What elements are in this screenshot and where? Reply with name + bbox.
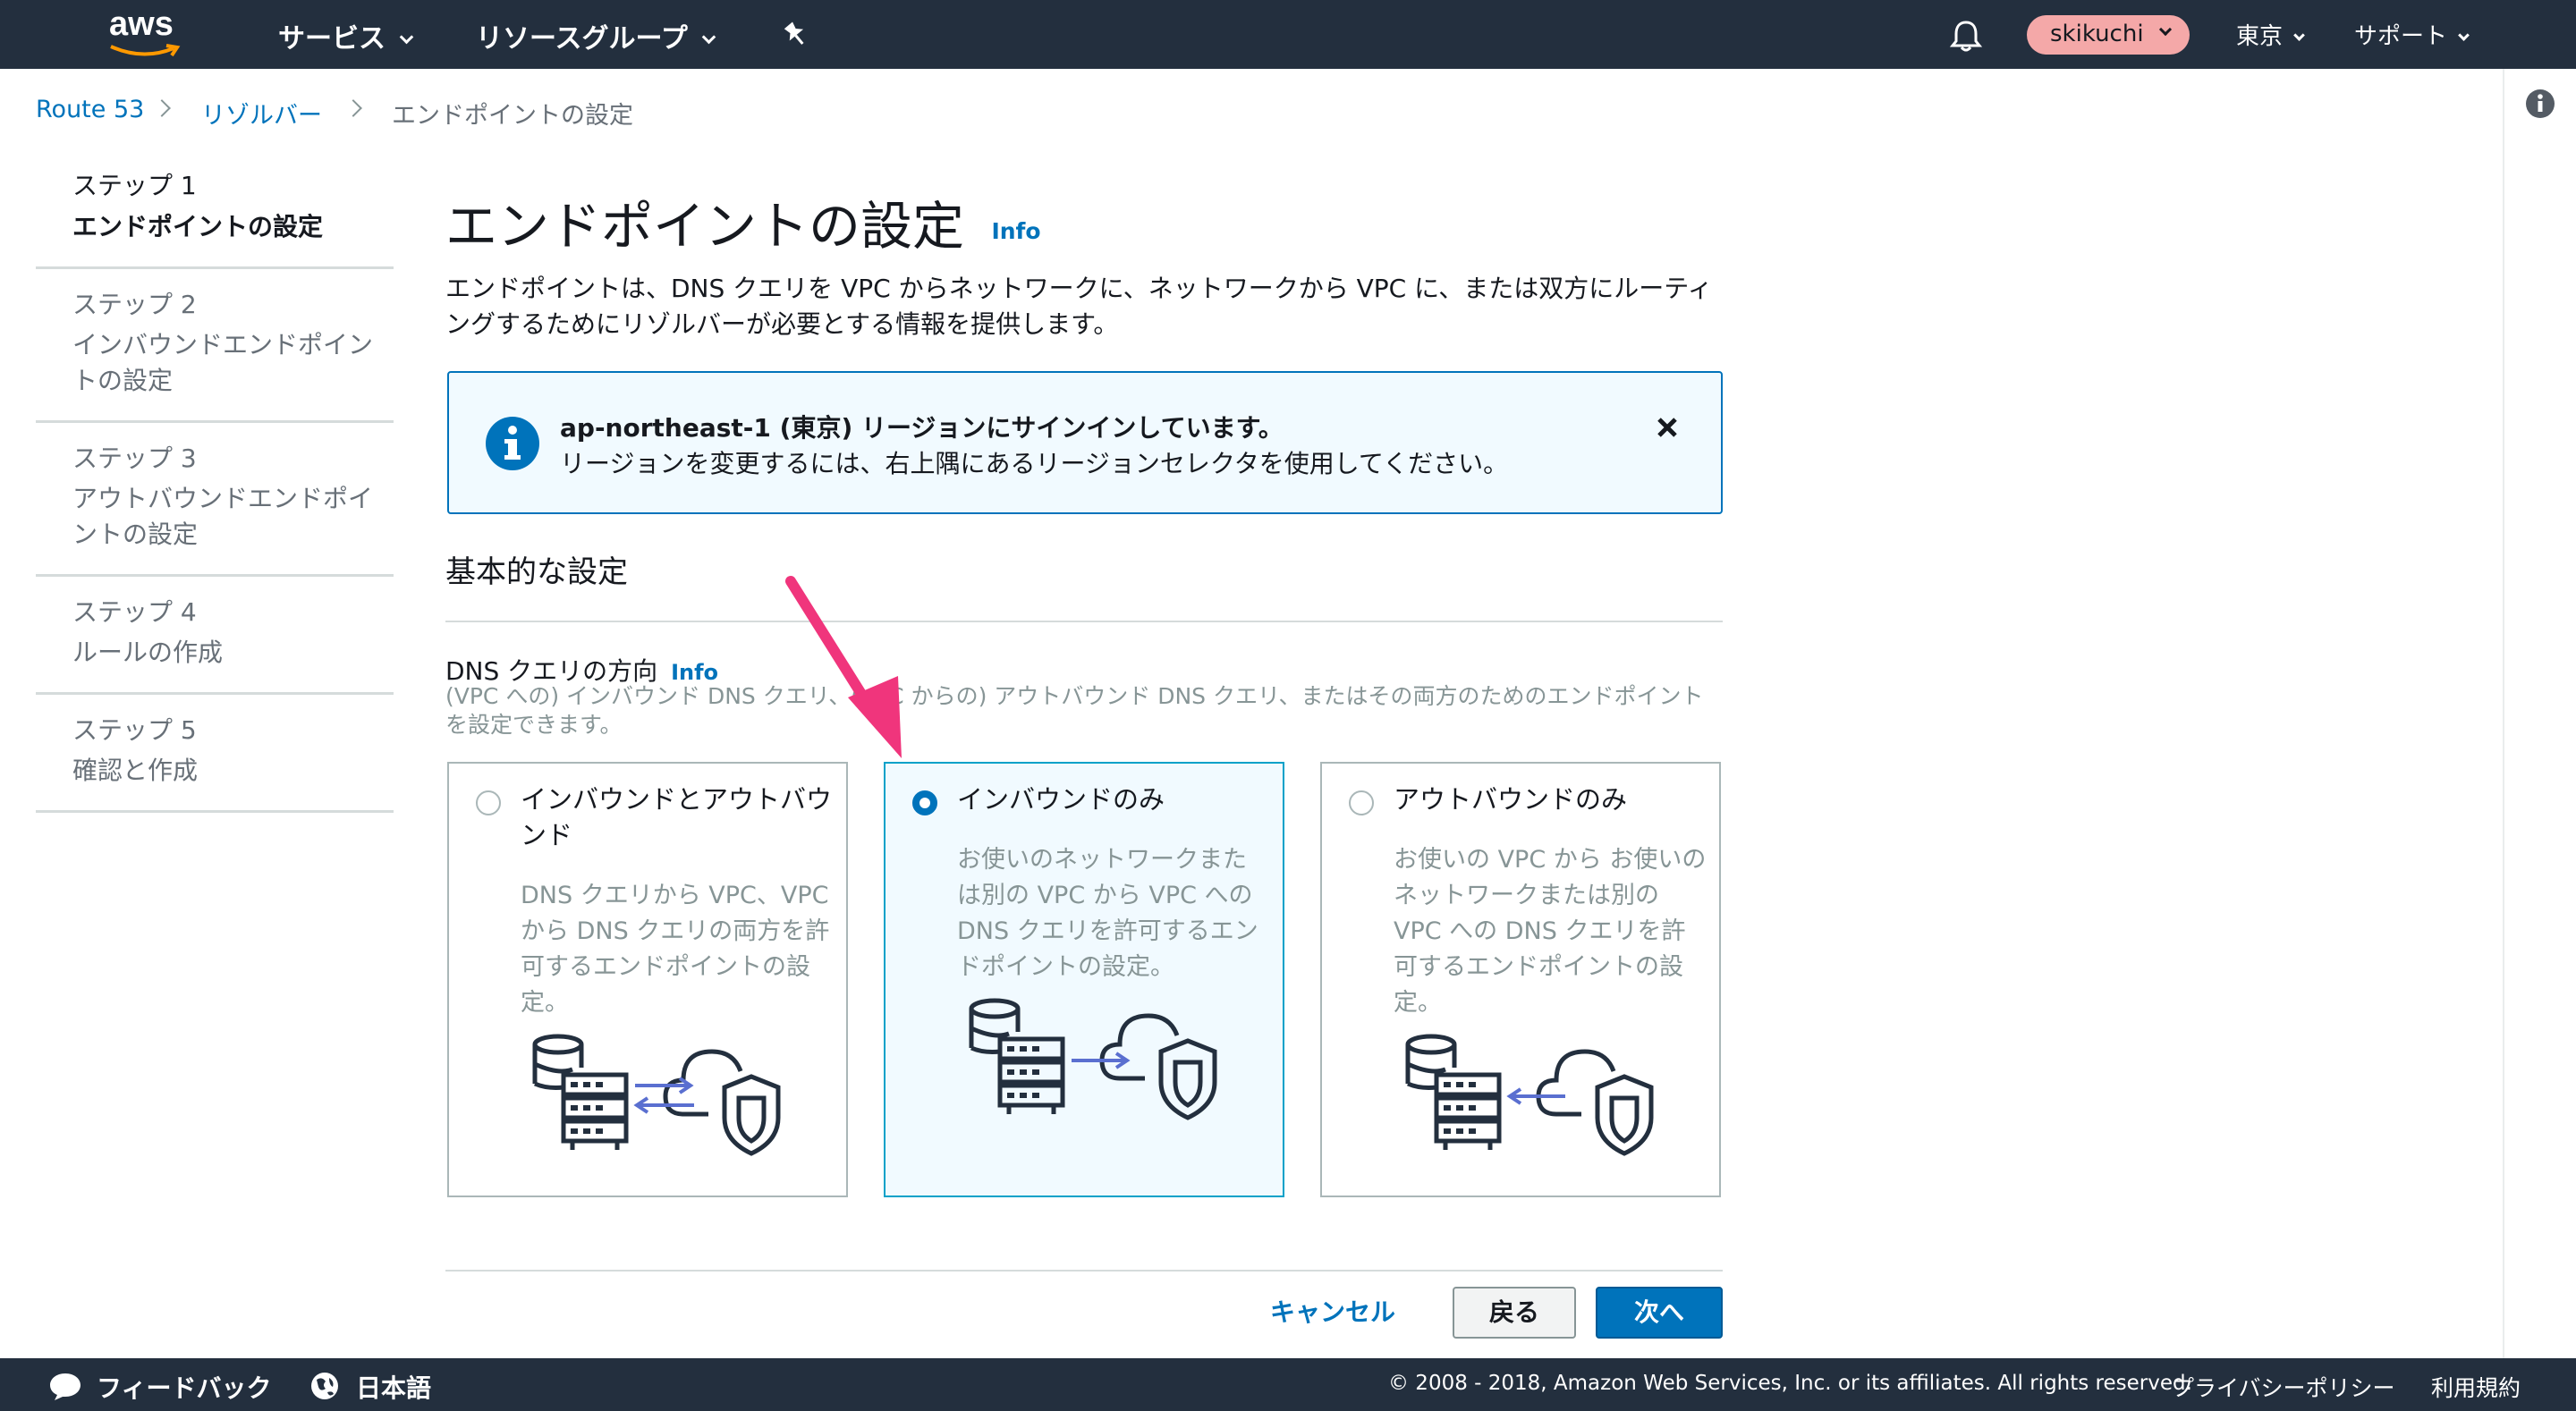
step-number: ステップ 3 [72, 444, 197, 473]
page-title: エンドポイントの設定 Info [445, 196, 1041, 257]
top-navigation-bar: aws サービス リソースグループ skikuchi 東京 サポート [0, 0, 2576, 69]
chevron-down-icon [2293, 30, 2305, 41]
next-button[interactable]: 次へ [1596, 1287, 1723, 1339]
server-cloud-inbound-icon [969, 998, 1217, 1120]
step-divider [36, 420, 394, 423]
step-divider [36, 266, 394, 269]
step-number: ステップ 2 [72, 290, 197, 319]
step-number: ステップ 1 [72, 171, 197, 200]
aws-logo[interactable]: aws [106, 5, 186, 59]
step-title: エンドポイントの設定 [72, 212, 324, 241]
region-info-alert: ap-northeast-1 (東京) リージョンにサインインしています。 リー… [447, 371, 1723, 514]
annotation-arrow-icon [785, 576, 902, 758]
bell-icon[interactable] [1948, 18, 1984, 54]
copyright-text: © 2008 - 2018, Amazon Web Services, Inc.… [1388, 1372, 2192, 1395]
chevron-down-icon [2158, 22, 2173, 37]
server-cloud-outbound-icon [1405, 1034, 1654, 1156]
step-title: アウトバウンドエンドポイントの設定 [72, 484, 374, 549]
chevron-right-icon [344, 99, 362, 117]
speech-bubble-icon [50, 1373, 80, 1400]
support-menu[interactable]: サポート [2354, 18, 2470, 51]
info-link[interactable]: Info [671, 660, 718, 685]
option-title: インバウンドのみ [957, 784, 1165, 815]
language-selector[interactable]: 日本語 [356, 1369, 431, 1405]
radio-button-selected[interactable] [912, 790, 937, 815]
info-panel-icon[interactable] [2524, 88, 2556, 120]
resource-groups-menu[interactable]: リソースグループ [476, 16, 716, 55]
services-menu[interactable]: サービス [278, 16, 414, 55]
globe-icon [311, 1373, 338, 1399]
aws-smile-icon [110, 44, 181, 57]
step-number: ステップ 4 [72, 597, 197, 627]
footer: フィードバック 日本語 © 2008 - 2018, Amazon Web Se… [0, 1358, 2576, 1411]
radio-button[interactable] [476, 790, 501, 815]
option-card-inbound-outbound[interactable]: インバウンドとアウトバウンド DNS クエリから VPC、VPC から DNS … [447, 762, 848, 1197]
alert-title: ap-northeast-1 (東京) リージョンにサインインしています。 [560, 413, 1284, 443]
option-card-inbound-only[interactable]: インバウンドのみ お使いのネットワークまたは別の VPC から VPC への D… [884, 762, 1284, 1197]
section-heading: 基本的な設定 [445, 554, 628, 590]
option-description: お使いの VPC から お使いの ネットワークまたは別の VPC への DNS … [1394, 846, 1707, 1017]
page-description: エンドポイントは、DNS クエリを VPC からネットワークに、ネットワークから… [445, 274, 1713, 339]
close-icon[interactable] [1655, 415, 1680, 440]
step-number: ステップ 5 [72, 715, 197, 745]
alert-body: リージョンを変更するには、右上隅にあるリージョンセレクタを使用してください。 [560, 449, 1509, 478]
step-title: インバウンドエンドポイントの設定 [72, 330, 374, 395]
chevron-down-icon [701, 30, 716, 45]
chevron-down-icon [2458, 30, 2470, 41]
chevron-down-icon [399, 30, 414, 45]
privacy-policy-link[interactable]: プライバシーポリシー [2172, 1371, 2395, 1403]
back-button[interactable]: 戻る [1453, 1287, 1576, 1339]
terms-link[interactable]: 利用規約 [2431, 1371, 2521, 1403]
user-menu[interactable]: skikuchi [2027, 15, 2190, 55]
breadcrumb-current: エンドポイントの設定 [392, 102, 633, 130]
step-title: ルールの作成 [72, 638, 224, 667]
direction-help: (VPC への) インバウンド DNS クエリ、(VPC からの) アウトバウン… [445, 683, 1704, 738]
info-icon [486, 417, 539, 470]
cancel-button[interactable]: キャンセル [1252, 1286, 1413, 1339]
step-divider [36, 574, 394, 577]
info-link[interactable]: Info [991, 218, 1040, 244]
option-title: アウトバウンドのみ [1394, 784, 1628, 815]
pin-icon[interactable] [780, 20, 810, 50]
breadcrumb-resolver[interactable]: リゾルバー [201, 96, 322, 131]
actions-divider [445, 1270, 1723, 1272]
step-divider [36, 692, 394, 695]
option-description: お使いのネットワークまたは別の VPC から VPC への DNS クエリを許可… [957, 846, 1258, 981]
option-title: インバウンドとアウトバウンド [521, 784, 833, 850]
feedback-link[interactable]: フィードバック [97, 1369, 271, 1405]
server-cloud-bidirectional-icon [532, 1034, 781, 1156]
step-title: 確認と作成 [72, 756, 199, 785]
option-description: DNS クエリから VPC、VPC から DNS クエリの両方を許可するエンドポ… [521, 882, 830, 1017]
breadcrumb-route53[interactable]: Route 53 [36, 96, 144, 123]
right-rail-divider [2503, 69, 2504, 1358]
radio-button[interactable] [1349, 790, 1374, 815]
section-divider [445, 621, 1723, 622]
step-divider [36, 810, 394, 813]
region-menu[interactable]: 東京 [2236, 18, 2305, 51]
option-card-outbound-only[interactable]: アウトバウンドのみ お使いの VPC から お使いの ネットワークまたは別の V… [1320, 762, 1721, 1197]
chevron-right-icon [153, 99, 171, 117]
